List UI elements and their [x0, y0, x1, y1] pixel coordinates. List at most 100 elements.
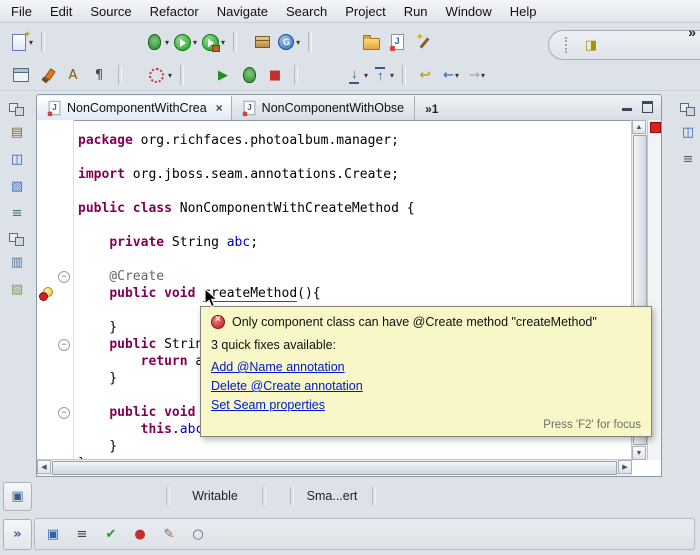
previous-annotation-button[interactable]: ▾ — [370, 62, 396, 88]
dropdown-caret-icon[interactable]: ▾ — [364, 71, 368, 80]
toolbar-overflow-chevron[interactable]: » — [688, 24, 696, 40]
fold-collapse-icon[interactable]: − — [58, 407, 70, 419]
menu-refactor[interactable]: Refactor — [141, 1, 208, 22]
code-line[interactable] — [78, 217, 631, 234]
editor-tab[interactable]: NonComponentWithCrea× — [37, 96, 232, 120]
quickfix-link[interactable]: Set Seam properties — [211, 396, 325, 415]
fold-collapse-icon[interactable]: − — [58, 339, 70, 351]
trim-console-button[interactable]: ≡ — [72, 524, 92, 544]
minimized-view-button-2[interactable]: ◫ — [5, 148, 29, 170]
quickfix-error-icon[interactable] — [39, 286, 53, 301]
minimize-button[interactable] — [622, 103, 632, 112]
quickfix-link[interactable]: Delete @Create annotation — [211, 377, 363, 396]
view-stack-handle-icon[interactable] — [7, 232, 27, 246]
toggle-editor-button[interactable] — [8, 62, 34, 88]
external-tools-button[interactable]: ▾ — [199, 29, 227, 55]
new-package-button[interactable] — [249, 29, 275, 55]
back-button[interactable]: ←▾ — [438, 62, 464, 88]
fold-ruler[interactable]: − − − — [55, 120, 74, 460]
quickfix-link[interactable]: Add @Name annotation — [211, 358, 345, 377]
fold-collapse-icon[interactable]: − — [58, 271, 70, 283]
code-line[interactable]: package org.richfaces.photoalbum.manager… — [78, 132, 631, 149]
scroll-left-icon[interactable]: ◀ — [37, 460, 51, 474]
menu-project[interactable]: Project — [336, 1, 394, 22]
trim-chevron-button[interactable]: » — [3, 519, 32, 550]
code-line[interactable]: } — [78, 438, 631, 455]
dropdown-caret-icon[interactable]: ▾ — [165, 38, 169, 47]
new-wizard-wand-button[interactable] — [410, 29, 436, 55]
minimized-view-button-4[interactable]: ≡ — [5, 202, 29, 224]
new-java-class-button[interactable] — [384, 29, 410, 55]
trim-task-button[interactable]: ✔ — [101, 524, 121, 544]
web-service-button[interactable]: ▾ — [275, 29, 302, 55]
dropdown-caret-icon[interactable]: ▾ — [390, 71, 394, 80]
menu-navigate[interactable]: Navigate — [208, 1, 277, 22]
maximize-button[interactable] — [642, 101, 653, 113]
scroll-right-icon[interactable]: ▶ — [618, 460, 632, 474]
minimized-view-button-3[interactable]: ▧ — [5, 175, 29, 197]
menu-file[interactable]: File — [2, 1, 41, 22]
code-line[interactable] — [78, 251, 631, 268]
run-last-button[interactable]: ▶ — [210, 62, 236, 88]
close-icon[interactable]: × — [216, 101, 223, 115]
menu-window[interactable]: Window — [437, 1, 501, 22]
annotation-ruler[interactable] — [37, 120, 55, 460]
menu-bar: FileEditSourceRefactorNavigateSearchProj… — [0, 0, 700, 23]
dropdown-caret-icon[interactable]: ▾ — [193, 38, 197, 47]
dropdown-caret-icon[interactable]: ▾ — [296, 38, 300, 47]
minimized-view-button-7[interactable]: ≡ — [676, 148, 700, 170]
minimized-view-button-6[interactable]: ▨ — [5, 278, 29, 300]
java-ee-perspective-button[interactable]: ◨ — [578, 32, 604, 58]
new-wizard-button[interactable]: ▾ — [8, 29, 35, 55]
minimized-outline-button[interactable]: ◫ — [676, 121, 700, 143]
drag-handle-icon[interactable] — [565, 37, 570, 53]
horizontal-scroll-thumb[interactable] — [52, 461, 617, 475]
view-stack-handle-icon[interactable] — [7, 102, 27, 116]
code-token: this — [141, 422, 172, 437]
last-edit-location-button[interactable]: ↩ — [412, 62, 438, 88]
editor-tab[interactable]: NonComponentWithObse — [232, 96, 415, 120]
trim-search-button[interactable]: ○ — [188, 524, 208, 544]
run-button[interactable]: ▾ — [171, 29, 199, 55]
menu-source[interactable]: Source — [81, 1, 140, 22]
dropdown-caret-icon[interactable]: ▾ — [221, 38, 225, 47]
dropdown-caret-icon[interactable]: ▾ — [455, 71, 459, 80]
dropdown-caret-icon[interactable]: ▾ — [481, 71, 485, 80]
code-line[interactable]: import org.jboss.seam.annotations.Create… — [78, 166, 631, 183]
debug-button[interactable]: ▾ — [143, 29, 171, 55]
code-line[interactable]: private String abc; — [78, 234, 631, 251]
open-resource-button[interactable] — [358, 29, 384, 55]
menu-edit[interactable]: Edit — [41, 1, 81, 22]
next-annotation-button[interactable]: ▾ — [344, 62, 370, 88]
spell-check-button[interactable]: ▾ — [144, 62, 174, 88]
code-line[interactable]: @Create — [78, 268, 631, 285]
show-whitespace-button[interactable]: ¶ — [86, 62, 112, 88]
terminate-button[interactable]: ■ — [262, 62, 288, 88]
scroll-up-icon[interactable]: ▲ — [632, 120, 646, 134]
menu-search[interactable]: Search — [277, 1, 336, 22]
overview-error-marker[interactable] — [650, 122, 661, 133]
minimized-view-button-1[interactable]: ▤ — [5, 121, 29, 143]
mark-occurrences-button[interactable]: A — [60, 62, 86, 88]
view-stack-handle-icon[interactable] — [678, 102, 698, 116]
tab-overflow-chevron[interactable]: »1 — [425, 102, 438, 116]
code-line[interactable]: public class NonComponentWithCreateMetho… — [78, 200, 631, 217]
dropdown-caret-icon[interactable]: ▾ — [168, 71, 172, 80]
quickfix-links: Add @Name annotationDelete @Create annot… — [211, 358, 641, 415]
fast-view-button[interactable]: ▣ — [3, 482, 32, 511]
code-line[interactable] — [78, 183, 631, 200]
code-line[interactable]: public void createMethod(){ — [78, 285, 631, 302]
minimized-view-button-5[interactable]: ▥ — [5, 251, 29, 273]
trim-error-log-button[interactable]: ● — [130, 524, 150, 544]
code-token: Strin — [156, 337, 203, 352]
scroll-down-icon[interactable]: ▼ — [632, 446, 646, 460]
horizontal-scrollbar[interactable]: ◀ ▶ — [37, 459, 632, 476]
debug-last-button[interactable] — [236, 62, 262, 88]
trim-edit-button[interactable]: ✎ — [159, 524, 179, 544]
trim-display-button[interactable]: ▣ — [43, 524, 63, 544]
code-line[interactable] — [78, 149, 631, 166]
menu-help[interactable]: Help — [501, 1, 546, 22]
forward-button[interactable]: →▾ — [464, 62, 490, 88]
format-button[interactable] — [34, 62, 60, 88]
menu-run[interactable]: Run — [395, 1, 437, 22]
